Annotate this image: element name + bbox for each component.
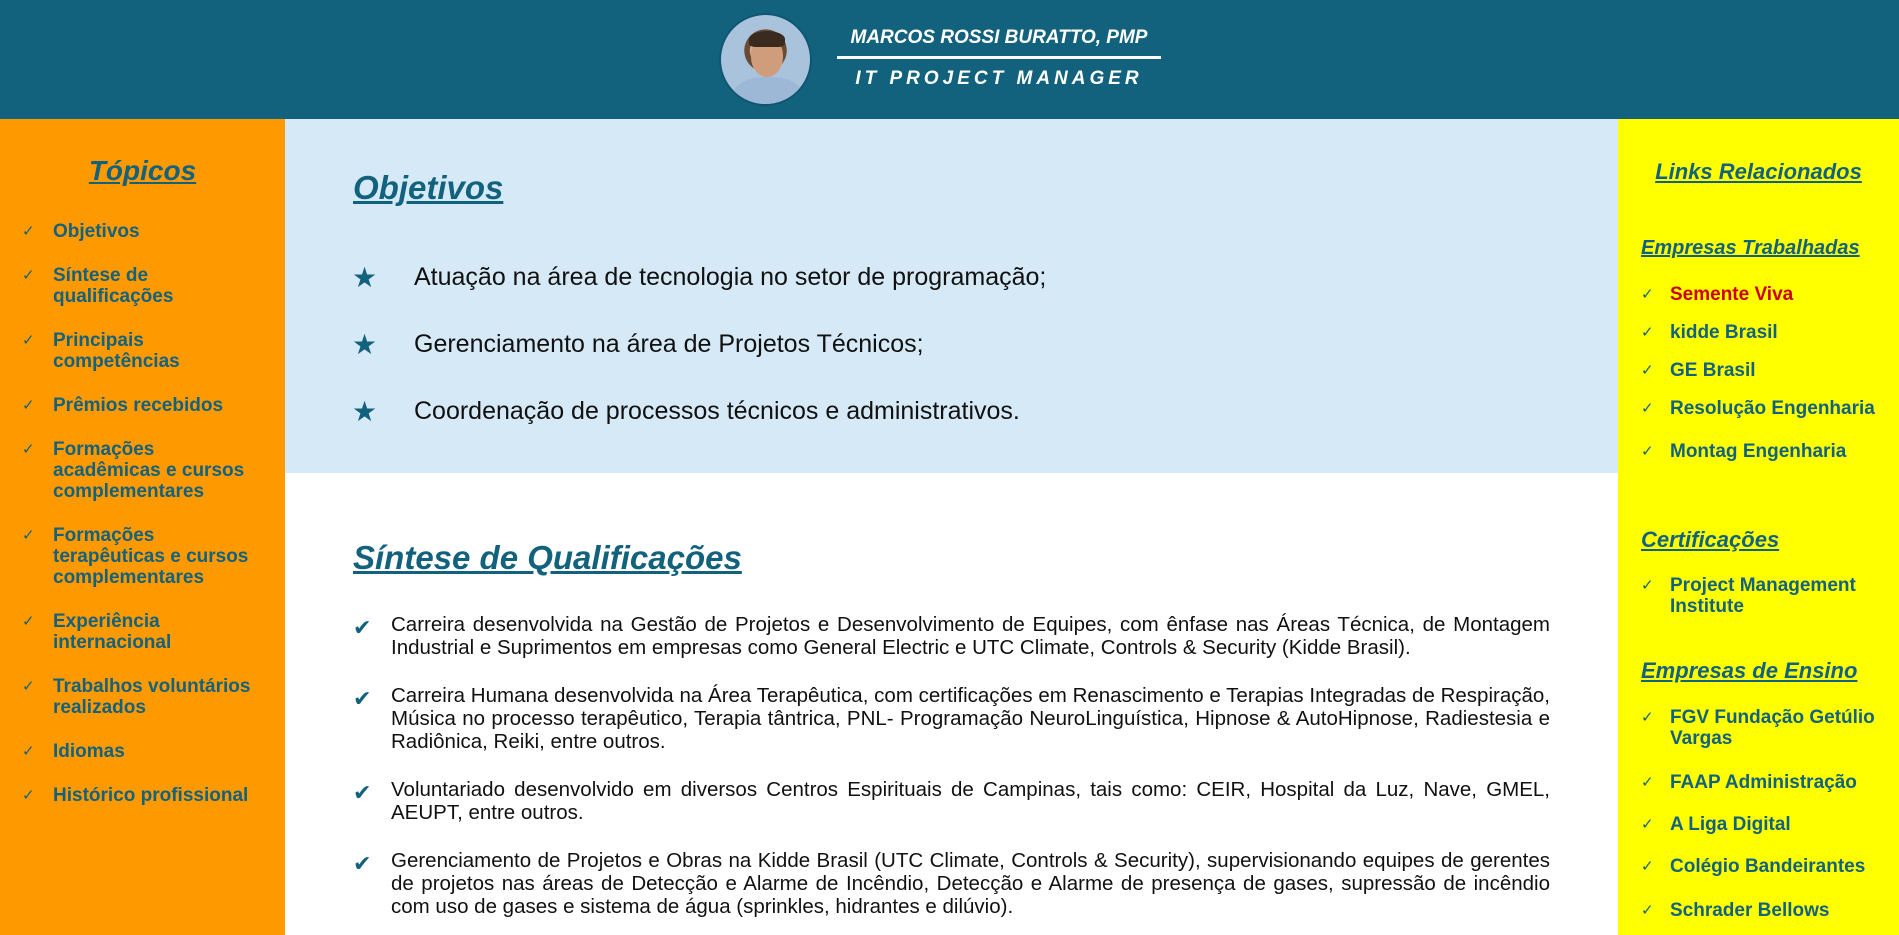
sintese-section: Síntese de Qualificações ✔ Carreira desen… (285, 473, 1618, 935)
profile-photo (719, 13, 812, 106)
check-icon: ✓ (22, 678, 35, 695)
check-icon: ✔ (353, 686, 372, 711)
topics-heading[interactable]: Tópicos (0, 155, 285, 187)
check-icon: ✓ (22, 787, 35, 804)
list-item: ✔ Gerenciamento de Projetos e Obras na Ki… (353, 849, 1550, 918)
star-icon: ★ (352, 396, 378, 427)
header-name: MARCOS ROSSI BURATTO, PMP (850, 27, 1148, 48)
link-pmi[interactable]: ✓ Project Management Institute (1641, 575, 1891, 617)
link-schrader-bellows[interactable]: ✓ Schrader Bellows (1641, 900, 1891, 921)
link-semente-viva[interactable]: ✓ Semente Viva (1641, 284, 1891, 305)
topic-link-historico[interactable]: ✓ Histórico profissional (22, 785, 262, 806)
link-fgv[interactable]: ✓ FGV Fundação Getúlio Vargas (1641, 707, 1891, 749)
list-item: ★ Gerenciamento na área de Projetos Técni… (352, 329, 924, 360)
list-item: ✔ Voluntariado desenvolvido em diversos C… (353, 778, 1550, 824)
topics-list: ✓ Objetivos ✓ Síntese de qualificações ✓ Pr… (22, 221, 262, 829)
check-icon: ✓ (1641, 577, 1654, 594)
check-icon: ✓ (22, 613, 35, 630)
link-montag-engenharia[interactable]: ✓ Montag Engenharia (1641, 441, 1891, 462)
check-icon: ✓ (22, 527, 35, 544)
topic-link-experiencia[interactable]: ✓ Experiência internacional (22, 611, 262, 653)
check-icon: ✓ (1641, 286, 1654, 303)
check-icon: ✓ (1641, 400, 1654, 417)
link-resolucao-engenharia[interactable]: ✓ Resolução Engenharia (1641, 398, 1891, 419)
link-a-liga-digital[interactable]: ✓ A Liga Digital (1641, 814, 1891, 835)
topic-link-formacoes-terapeuticas[interactable]: ✓ Formações terapêuticas e cursos complem… (22, 525, 262, 588)
check-icon: ✔ (353, 851, 372, 876)
check-icon: ✓ (1641, 774, 1654, 791)
certificacoes-list: ✓ Project Management Institute (1641, 575, 1891, 617)
photo-hair (749, 31, 785, 47)
link-colegio-bandeirantes[interactable]: ✓ Colégio Bandeirantes (1641, 856, 1891, 877)
topic-link-competencias[interactable]: ✓ Principais competências (22, 330, 262, 372)
list-item: ★ Coordenação de processos técnicos e adm… (352, 396, 1020, 427)
topic-link-idiomas[interactable]: ✓ Idiomas (22, 741, 262, 762)
sintese-list: ✔ Carreira desenvolvida na Gestão de Proj… (353, 613, 1550, 935)
topic-link-voluntarios[interactable]: ✓ Trabalhos voluntários realizados (22, 676, 262, 718)
check-icon: ✓ (1641, 902, 1654, 919)
check-icon: ✓ (1641, 324, 1654, 341)
check-icon: ✓ (22, 223, 35, 240)
empresas-ensino-list: ✓ FGV Fundação Getúlio Vargas ✓ FAAP Admin… (1641, 707, 1891, 921)
photo-shoulders (733, 77, 803, 104)
check-icon: ✓ (22, 397, 35, 414)
objetivos-section: Objetivos ★ Atuação na área de tecnologia… (285, 119, 1618, 473)
topic-link-objetivos[interactable]: ✓ Objetivos (22, 221, 262, 242)
check-icon: ✓ (22, 267, 35, 284)
topic-link-sintese[interactable]: ✓ Síntese de qualificações (22, 265, 262, 307)
topic-link-premios[interactable]: ✓ Prêmios recebidos (22, 395, 262, 416)
check-icon: ✓ (22, 743, 35, 760)
empresas-trabalhadas-list: ✓ Semente Viva ✓ kidde Brasil ✓ GE Brasil ✓… (1641, 284, 1891, 462)
check-icon: ✓ (1641, 816, 1654, 833)
objetivos-heading: Objetivos (353, 169, 504, 206)
list-item: ✔ Carreira Humana desenvolvida na Área Te… (353, 684, 1550, 753)
check-icon: ✔ (353, 615, 372, 640)
check-icon: ✓ (1641, 362, 1654, 379)
header-divider (837, 56, 1161, 59)
check-icon: ✓ (22, 332, 35, 349)
topic-link-formacoes-academicas[interactable]: ✓ Formações acadêmicas e cursos complemen… (22, 439, 262, 502)
check-icon: ✔ (353, 780, 372, 805)
star-icon: ★ (352, 262, 378, 293)
related-links-sidebar: Links Relacionados Empresas Trabalhadas … (1618, 119, 1899, 935)
certificacoes-heading[interactable]: Certificações (1641, 527, 1779, 553)
link-ge-brasil[interactable]: ✓ GE Brasil (1641, 360, 1891, 381)
link-kidde-brasil[interactable]: ✓ kidde Brasil (1641, 322, 1891, 343)
empresas-trabalhadas-heading[interactable]: Empresas Trabalhadas (1641, 237, 1860, 260)
topics-sidebar: Tópicos ✓ Objetivos ✓ Síntese de qualifica… (0, 119, 285, 935)
list-item: ★ Atuação na área de tecnologia no setor … (352, 262, 1047, 293)
related-links-heading[interactable]: Links Relacionados (1618, 159, 1899, 185)
star-icon: ★ (352, 329, 378, 360)
sintese-heading: Síntese de Qualificações (353, 539, 742, 576)
list-item: ✔ Carreira desenvolvida na Gestão de Proj… (353, 613, 1550, 659)
page-header: MARCOS ROSSI BURATTO, PMP IT PROJECT MAN… (0, 0, 1899, 119)
check-icon: ✓ (1641, 858, 1654, 875)
link-faap[interactable]: ✓ FAAP Administração (1641, 772, 1891, 793)
empresas-ensino-heading[interactable]: Empresas de Ensino (1641, 658, 1857, 684)
check-icon: ✓ (1641, 443, 1654, 460)
check-icon: ✓ (22, 441, 35, 458)
objetivos-list: ★ Atuação na área de tecnologia no setor … (352, 244, 1046, 445)
check-icon: ✓ (1641, 709, 1654, 726)
header-title: IT PROJECT MANAGER (855, 68, 1143, 89)
